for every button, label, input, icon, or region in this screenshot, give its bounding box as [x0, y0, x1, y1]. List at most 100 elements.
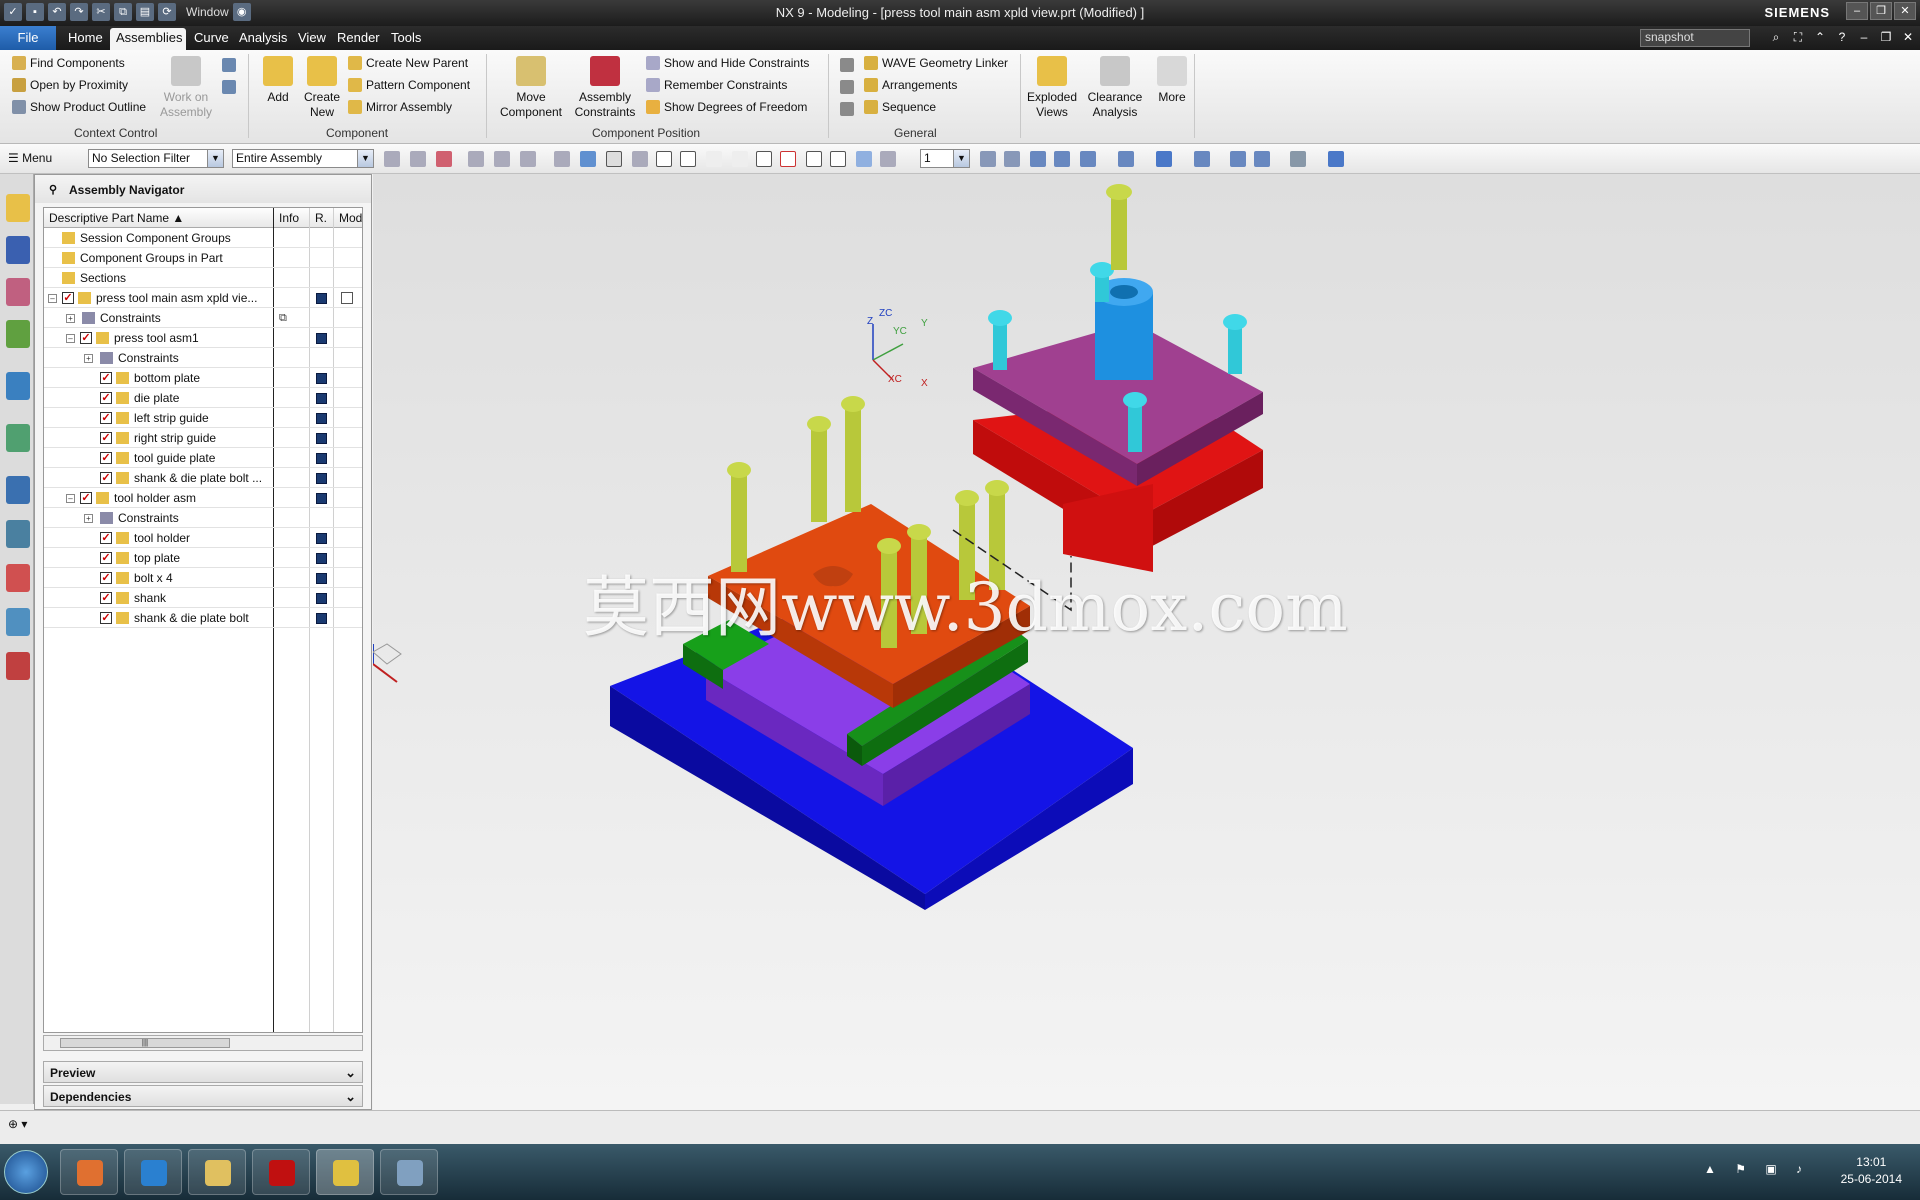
- general-small-button-3[interactable]: [840, 102, 854, 116]
- general-small-button-2[interactable]: [840, 80, 854, 94]
- tab-tools[interactable]: Tools: [391, 30, 421, 45]
- clearance-analysis-button[interactable]: Clearance Analysis: [1084, 56, 1146, 120]
- visibility-checkbox[interactable]: ✓: [100, 392, 112, 404]
- part-navigator-tab-icon[interactable]: [6, 278, 30, 306]
- assembly-constraints-button[interactable]: Assembly Constraints: [570, 56, 640, 120]
- tree-row[interactable]: – ✓ press tool asm1: [44, 328, 362, 348]
- exploded-views-button[interactable]: Exploded Views: [1024, 56, 1080, 120]
- tree-row[interactable]: + Constraints: [44, 508, 362, 528]
- tree-row[interactable]: ✓ die plate: [44, 388, 362, 408]
- toolbar-icon[interactable]: [1230, 151, 1246, 167]
- taskbar-app-explorer[interactable]: [188, 1149, 246, 1195]
- wave-geometry-linker-button[interactable]: WAVE Geometry Linker: [864, 56, 1008, 70]
- menu-button[interactable]: ☰ Menu: [8, 151, 52, 165]
- find-components-button[interactable]: Find Components: [12, 56, 125, 70]
- tab-render[interactable]: Render: [337, 30, 380, 45]
- tree-row[interactable]: – ✓ tool holder asm: [44, 488, 362, 508]
- visibility-checkbox[interactable]: ✓: [100, 452, 112, 464]
- tree-row[interactable]: + Constraints ⧉: [44, 308, 362, 328]
- roles-tab-icon[interactable]: [6, 608, 30, 636]
- toolbar-icon[interactable]: [436, 151, 452, 167]
- visibility-checkbox[interactable]: ✓: [80, 332, 92, 344]
- open-by-proximity-button[interactable]: Open by Proximity: [12, 78, 128, 92]
- toolbar-icon[interactable]: [780, 151, 796, 167]
- visibility-checkbox[interactable]: ✓: [100, 552, 112, 564]
- collapse-icon[interactable]: –: [66, 334, 75, 343]
- toolbar-icon[interactable]: [1156, 151, 1172, 167]
- visibility-checkbox[interactable]: ✓: [100, 592, 112, 604]
- mirror-assembly-button[interactable]: Mirror Assembly: [348, 100, 452, 114]
- tree-row[interactable]: Session Component Groups: [44, 228, 362, 248]
- toolbar-icon[interactable]: [1030, 151, 1046, 167]
- more-button[interactable]: More: [1152, 56, 1192, 105]
- file-tab[interactable]: File: [0, 26, 56, 50]
- taskbar-clock[interactable]: 13:01 25-06-2014: [1841, 1154, 1902, 1188]
- toolbar-icon[interactable]: [880, 151, 896, 167]
- toolbar-icon[interactable]: [680, 151, 696, 167]
- general-small-button-1[interactable]: [840, 58, 854, 72]
- tab-curve[interactable]: Curve: [194, 30, 229, 45]
- doc-minimize-icon[interactable]: –: [1856, 30, 1872, 46]
- taskbar-app-other[interactable]: [380, 1149, 438, 1195]
- toolbar-icon[interactable]: [756, 151, 772, 167]
- toolbar-icon[interactable]: [606, 151, 622, 167]
- remember-constraints-button[interactable]: Remember Constraints: [646, 78, 787, 92]
- tree-row[interactable]: ✓ bolt x 4: [44, 568, 362, 588]
- taskbar-app-internet-explorer[interactable]: [124, 1149, 182, 1195]
- dependencies-pane[interactable]: Dependencies ⌄: [43, 1085, 363, 1107]
- web-browser-tab-icon[interactable]: [6, 424, 30, 452]
- toolbar-icon[interactable]: [806, 151, 822, 167]
- toolbar-icon[interactable]: [706, 151, 722, 167]
- expand-icon[interactable]: +: [84, 514, 93, 523]
- toolbar-icon[interactable]: [1118, 151, 1134, 167]
- selection-priority-icon[interactable]: ⊕ ▾: [8, 1117, 27, 1131]
- expand-icon[interactable]: +: [84, 354, 93, 363]
- tab-assemblies[interactable]: Assemblies: [116, 30, 182, 45]
- taskbar-app-nx[interactable]: [316, 1149, 374, 1195]
- toolbar-icon[interactable]: [468, 151, 484, 167]
- taskbar-app-firefox[interactable]: [60, 1149, 118, 1195]
- toolbar-icon[interactable]: [830, 151, 846, 167]
- visibility-checkbox[interactable]: ✓: [100, 572, 112, 584]
- tree-row[interactable]: Sections: [44, 268, 362, 288]
- expand-icon[interactable]: +: [66, 314, 75, 323]
- tree-row[interactable]: ✓ top plate: [44, 548, 362, 568]
- toolbar-icon[interactable]: [632, 151, 648, 167]
- collapse-icon[interactable]: –: [48, 294, 57, 303]
- doc-close-icon[interactable]: ✕: [1900, 30, 1916, 46]
- pin-icon[interactable]: ⚲: [49, 183, 57, 196]
- assembly-navigator-tab-icon[interactable]: [6, 194, 30, 222]
- reuse-library-tab-icon[interactable]: [6, 320, 30, 348]
- visibility-checkbox[interactable]: ✓: [100, 532, 112, 544]
- doc-restore-icon[interactable]: ❐: [1878, 30, 1894, 46]
- show-degrees-of-freedom-button[interactable]: Show Degrees of Freedom: [646, 100, 807, 114]
- toolbar-icon[interactable]: [1194, 151, 1210, 167]
- scrollbar-thumb[interactable]: |||: [60, 1038, 230, 1048]
- show-product-outline-button[interactable]: Show Product Outline: [12, 100, 146, 114]
- toolbar-icon[interactable]: [1054, 151, 1070, 167]
- tree-row[interactable]: ✓ shank: [44, 588, 362, 608]
- visibility-checkbox[interactable]: ✓: [100, 412, 112, 424]
- toolbar-icon[interactable]: [494, 151, 510, 167]
- column-header-modified[interactable]: Mod: [334, 208, 362, 228]
- layer-dropdown[interactable]: 1 ▼: [920, 149, 970, 168]
- toolbar-icon[interactable]: [384, 151, 400, 167]
- toolbar-icon[interactable]: [732, 151, 748, 167]
- preview-pane[interactable]: Preview ⌄: [43, 1061, 363, 1083]
- restore-icon[interactable]: ❐: [1870, 2, 1892, 20]
- horizontal-scrollbar[interactable]: |||: [43, 1035, 363, 1051]
- arrangements-button[interactable]: Arrangements: [864, 78, 957, 92]
- visibility-checkbox[interactable]: ✓: [100, 612, 112, 624]
- visibility-checkbox[interactable]: ✓: [62, 292, 74, 304]
- tree-row[interactable]: ✓ shank & die plate bolt ...: [44, 468, 362, 488]
- tree-row[interactable]: ✓ left strip guide: [44, 408, 362, 428]
- constraint-navigator-tab-icon[interactable]: [6, 236, 30, 264]
- sequence-button[interactable]: Sequence: [864, 100, 936, 114]
- toolbar-icon[interactable]: [1328, 151, 1344, 167]
- context-small-button-2[interactable]: [222, 80, 236, 94]
- tree-row[interactable]: Component Groups in Part: [44, 248, 362, 268]
- hd3d-tools-tab-icon[interactable]: [6, 372, 30, 400]
- pattern-component-button[interactable]: Pattern Component: [348, 78, 470, 92]
- graphics-window[interactable]: Z ZC YC Y XC X 莫西网www.3dmox.com: [373, 174, 1920, 1110]
- tree-row[interactable]: ✓ bottom plate: [44, 368, 362, 388]
